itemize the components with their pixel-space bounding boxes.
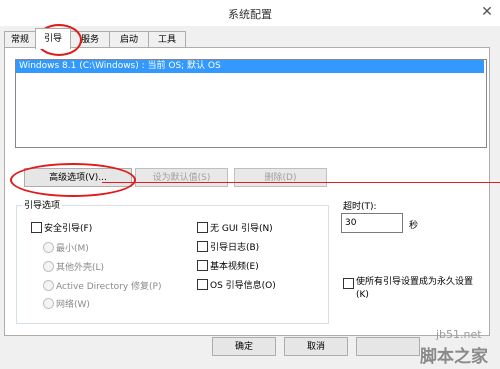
- no-gui-boot-label: 无 GUI 引导(N): [210, 224, 273, 234]
- close-icon[interactable]: ✕: [478, 3, 496, 21]
- base-video-label: 基本视频(E): [210, 262, 259, 272]
- timeout-label: 超时(T):: [343, 202, 377, 212]
- delete-button[interactable]: 删除(D): [234, 168, 327, 187]
- cancel-button[interactable]: 取消: [284, 337, 348, 356]
- apply-button[interactable]: [356, 337, 420, 356]
- network-label: 网络(W): [56, 300, 90, 310]
- network-radio[interactable]: [43, 298, 54, 309]
- annotation-circle-advanced: [10, 163, 136, 197]
- minimal-label: 最小(M): [56, 244, 89, 254]
- base-video-checkbox[interactable]: [197, 260, 208, 271]
- ok-button[interactable]: 确定: [212, 337, 276, 356]
- permanent-settings-label: 使所有引导设置成为永久设置(K): [356, 277, 474, 300]
- boot-log-checkbox[interactable]: [197, 241, 208, 252]
- tab-general[interactable]: 常规: [4, 31, 36, 48]
- tab-startup[interactable]: 启动: [109, 31, 149, 48]
- timeout-unit: 秒: [409, 221, 419, 231]
- minimal-radio[interactable]: [43, 242, 54, 253]
- active-directory-radio[interactable]: [43, 280, 54, 291]
- timeout-input[interactable]: [341, 213, 403, 233]
- alternate-shell-label: 其他外壳(L): [56, 263, 105, 273]
- safe-boot-checkbox[interactable]: [31, 222, 42, 233]
- os-boot-info-checkbox[interactable]: [197, 279, 208, 290]
- safe-boot-label: 安全引导(F): [44, 224, 93, 234]
- permanent-settings-checkbox[interactable]: [343, 278, 354, 289]
- tab-tools[interactable]: 工具: [148, 31, 186, 48]
- tab-boot[interactable]: 引导: [35, 28, 71, 49]
- boot-log-label: 引导日志(B): [210, 243, 260, 253]
- window-title: 系统配置: [228, 8, 272, 21]
- annotation-line: [102, 182, 500, 183]
- os-boot-info-label: OS 引导信息(O): [210, 281, 276, 291]
- active-directory-label: Active Directory 修复(P): [56, 282, 162, 292]
- set-default-button[interactable]: 设为默认值(S): [135, 168, 228, 187]
- os-list-item[interactable]: Windows 8.1 (C:\Windows) : 当前 OS; 默认 OS: [16, 60, 484, 73]
- watermark-url: jb51.net: [436, 328, 482, 341]
- alternate-shell-radio[interactable]: [43, 261, 54, 272]
- boot-options-label: 引导选项: [22, 198, 63, 211]
- watermark-logo: 脚本之家: [420, 347, 488, 367]
- no-gui-boot-checkbox[interactable]: [197, 222, 208, 233]
